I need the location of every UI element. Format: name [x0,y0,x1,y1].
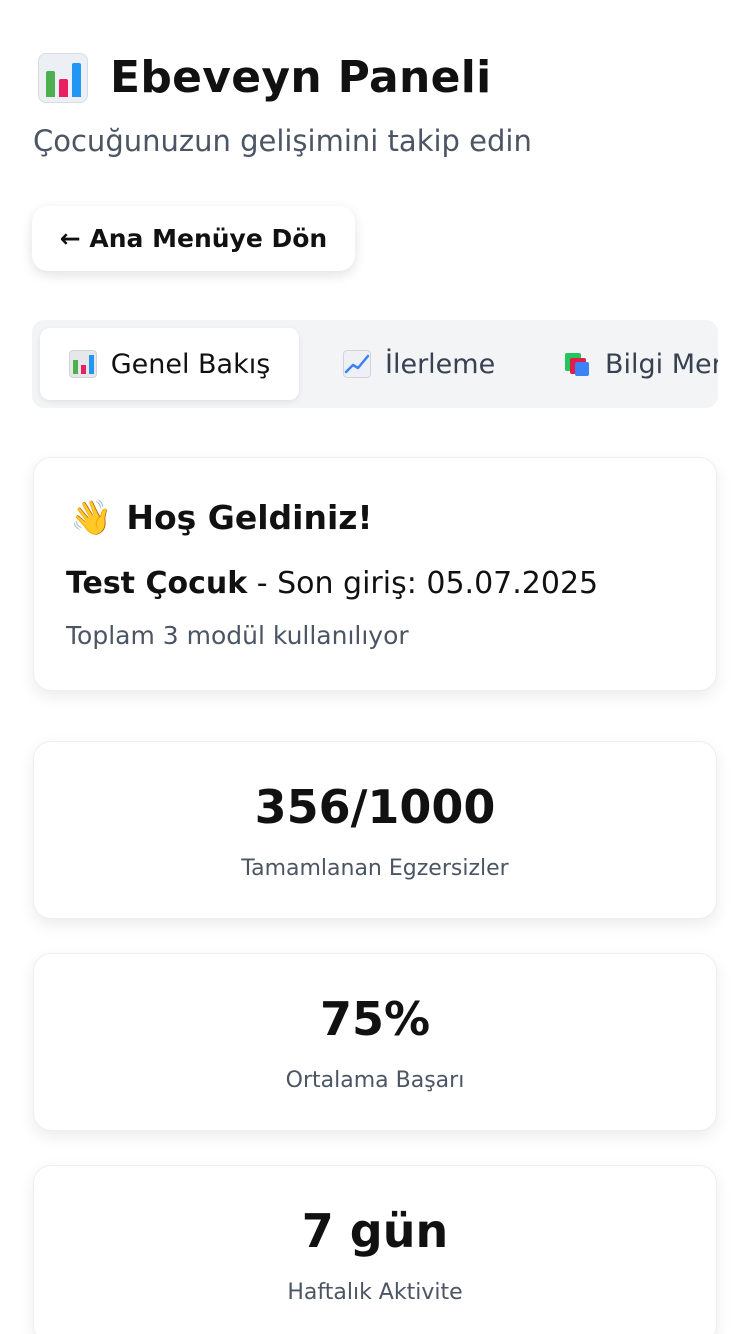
stat-card-exercises: 356/1000 Tamamlanan Egzersizler [33,741,717,919]
page-subtitle: Çocuğunuzun gelişimini takip edin [33,124,532,158]
tab-label: İlerleme [385,348,496,380]
page-title: Ebeveyn Paneli [110,52,492,103]
stat-label: Haftalık Aktivite [287,1280,463,1305]
tab-overview[interactable]: Genel Bakış [40,328,299,400]
page-header: Ebeveyn Paneli [38,52,492,103]
stat-card-activity: 7 gün Haftalık Aktivite [33,1165,717,1334]
stat-value: 75% [319,992,431,1046]
stat-label: Tamamlanan Egzersizler [241,856,509,881]
tab-bar: Genel Bakış İlerleme Bilgi Mer [32,320,718,408]
books-icon [563,350,591,378]
stat-value: 7 gün [301,1204,449,1258]
stat-label: Ortalama Başarı [285,1068,465,1093]
tab-knowledge-center[interactable]: Bilgi Mer [563,328,718,400]
back-to-main-menu-button[interactable]: ← Ana Menüye Dön [32,206,355,271]
welcome-card: 👋 Hoş Geldiniz! Test Çocuk - Son giriş: … [33,457,717,691]
bar-chart-icon [38,52,88,103]
stat-card-success: 75% Ortalama Başarı [33,953,717,1131]
tab-progress[interactable]: İlerleme [343,328,495,400]
modules-note: Toplam 3 modül kullanılıyor [66,621,409,650]
tab-label: Genel Bakış [110,348,271,380]
trend-up-icon [343,350,371,378]
bar-chart-icon [68,350,97,378]
tab-label: Bilgi Mer [605,348,718,380]
last-login-text: - Son giriş: 05.07.2025 [247,566,599,601]
child-name: Test Çocuk [66,566,248,601]
welcome-title-row: 👋 Hoş Geldiniz! [70,498,373,537]
waving-hand-icon: 👋 [70,497,113,538]
stat-value: 356/1000 [254,780,496,834]
parent-panel-page: Ebeveyn Paneli Çocuğunuzun gelişimini ta… [0,0,750,1334]
child-last-login: Test Çocuk - Son giriş: 05.07.2025 [66,566,598,601]
welcome-title: Hoş Geldiniz! [126,498,373,537]
